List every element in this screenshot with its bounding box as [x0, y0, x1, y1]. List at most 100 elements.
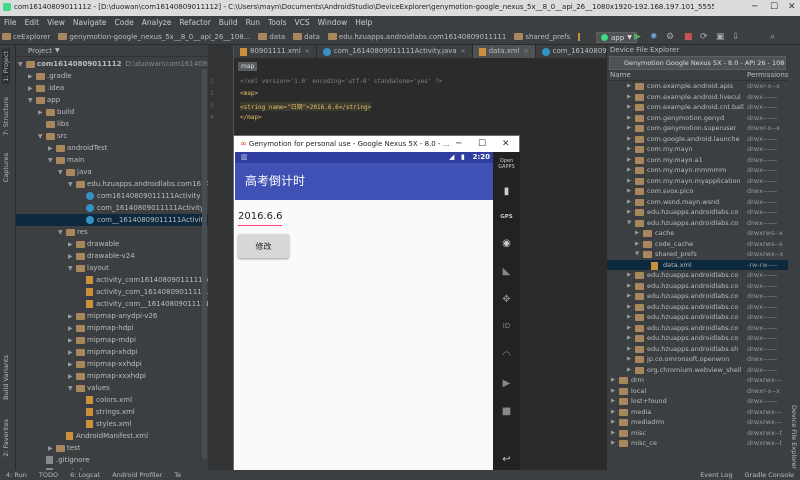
chevron-down-icon[interactable]: ▼	[18, 59, 26, 70]
chevron-right-icon[interactable]: ▶	[48, 443, 56, 454]
close-icon[interactable]: ✕	[788, 2, 796, 12]
chevron-right-icon[interactable]: ▶	[627, 270, 631, 281]
chevron-right-icon[interactable]: ▶	[68, 251, 76, 262]
device-file-row[interactable]: ▶ edu.hzuapps.androidlabs.co drwx------	[607, 333, 788, 344]
chevron-right-icon[interactable]: ▶	[627, 333, 631, 344]
device-file-explorer-tab[interactable]: Device File Explorer	[790, 405, 798, 469]
menu-refactor[interactable]: Refactor	[175, 16, 214, 30]
project-tree-item[interactable]: activity_com16140809011111.xm	[16, 274, 208, 286]
chevron-right-icon[interactable]: ▶	[611, 438, 615, 449]
menu-window[interactable]: Window	[314, 16, 352, 30]
chevron-down-icon[interactable]: ▼	[58, 227, 66, 238]
project-tree-item[interactable]: AndroidManifest.xml	[16, 430, 208, 442]
menu-file[interactable]: File	[0, 16, 21, 30]
device-file-row[interactable]: ▶ lost+found drwx------	[607, 396, 788, 407]
device-file-row[interactable]: ▶ mediadrm drwxrwx---	[607, 417, 788, 428]
device-file-row[interactable]: ▶ edu.hzuapps.androidlabs.sh drwx------	[607, 344, 788, 355]
chevron-right-icon[interactable]: ▶	[68, 311, 76, 322]
chevron-right-icon[interactable]: ▶	[68, 239, 76, 250]
device-file-row[interactable]: ▼ shared_prefs drwxrwx--x	[607, 249, 788, 260]
chevron-right-icon[interactable]: ▶	[627, 165, 631, 176]
project-tree-item[interactable]: ▶ mipmap-mdpi	[16, 334, 208, 346]
menu-run[interactable]: Run	[242, 16, 264, 30]
device-file-row[interactable]: ▶ misc drwxrwx--t	[607, 428, 788, 439]
menu-tools[interactable]: Tools	[264, 16, 290, 30]
device-file-row[interactable]: ▶ com.genymotion.superuser drwxr-x--x	[607, 123, 788, 134]
bottom-tool-event-log[interactable]: Event Log	[694, 470, 738, 480]
device-file-row[interactable]: ▶ com.genymotion.genyd drwx------	[607, 113, 788, 124]
close-tab-icon[interactable]: ✕	[524, 45, 529, 58]
media-widget-icon[interactable]: ▶	[493, 378, 520, 389]
rss-widget-icon[interactable]: ◠	[493, 350, 520, 361]
chevron-right-icon[interactable]: ▶	[627, 92, 631, 103]
device-file-row[interactable]: ▶ edu.hzuapps.androidlabs.co drwx------	[607, 291, 788, 302]
device-file-row[interactable]: ▼ edu.hzuapps.androidlabs.co drwx------	[607, 218, 788, 229]
chevron-right-icon[interactable]: ▶	[627, 186, 631, 197]
menu-build[interactable]: Build	[215, 16, 242, 30]
project-tree-item[interactable]: ▼ edu.hzuapps.androidlabs.com16140809011	[16, 178, 208, 190]
chevron-right-icon[interactable]: ▶	[68, 323, 76, 334]
project-tree-item[interactable]: colors.xml	[16, 394, 208, 406]
project-tree-item[interactable]: com__16140809011111Activity	[16, 214, 208, 226]
move-widget-icon[interactable]: ✥	[493, 294, 520, 305]
chevron-right-icon[interactable]: ▶	[627, 134, 631, 145]
project-tree-item[interactable]: activity_com_16140809011111.xm	[16, 286, 208, 298]
close-icon[interactable]: ✕	[502, 136, 510, 152]
run-config-select[interactable]: app ▼	[596, 32, 637, 43]
device-file-row[interactable]: ▶ edu.hzuapps.androidlabs.co drwx------	[607, 302, 788, 313]
chevron-right-icon[interactable]: ▶	[627, 312, 631, 323]
menu-code[interactable]: Code	[111, 16, 138, 30]
device-file-row[interactable]: ▶ com.my.mayn drwx------	[607, 144, 788, 155]
chevron-right-icon[interactable]: ▶	[627, 155, 631, 166]
project-tree-item[interactable]: styles.xml	[16, 418, 208, 430]
run-icon[interactable]: ▶	[634, 32, 641, 42]
chevron-right-icon[interactable]: ▶	[28, 71, 36, 82]
close-tab-icon[interactable]: ✕	[305, 45, 310, 58]
device-file-row[interactable]: ▶ edu.hzuapps.androidlabs.co drwx------	[607, 207, 788, 218]
bottom-tool-android-profiler[interactable]: Android Profiler	[106, 470, 168, 480]
chevron-right-icon[interactable]: ▶	[627, 281, 631, 292]
capture-widget-icon[interactable]: ■	[493, 406, 520, 417]
minimize-icon[interactable]: ─	[752, 2, 757, 12]
bottom-tool-6-logcat[interactable]: 6: Logcat	[64, 470, 106, 480]
bottom-tool-gradle-console[interactable]: Gradle Console	[739, 470, 800, 480]
sdk-manager-icon[interactable]: ⇩	[732, 32, 740, 42]
chevron-right-icon[interactable]: ▶	[627, 197, 631, 208]
device-file-row[interactable]: ▶ org.chromium.webview_shell drwx------	[607, 365, 788, 376]
project-tree-item[interactable]: activity_com__16140809011111.x	[16, 298, 208, 310]
chevron-right-icon[interactable]: ▶	[48, 143, 56, 154]
device-file-row[interactable]: ▶ local drwxr-x--x	[607, 386, 788, 397]
project-tree-item[interactable]: ▼ java	[16, 166, 208, 178]
gps-widget-icon[interactable]: GPS	[493, 214, 520, 220]
bottom-tool-todo[interactable]: TODO	[33, 470, 64, 480]
captures-tool-tab[interactable]: Captures	[2, 153, 10, 182]
chevron-right-icon[interactable]: ▶	[68, 347, 76, 358]
chevron-down-icon[interactable]: ▼	[627, 218, 631, 229]
device-file-row[interactable]: ▶ com.example.android.cnt.ball drwx------	[607, 102, 788, 113]
chevron-down-icon[interactable]: ▼	[68, 179, 76, 190]
device-file-row[interactable]: ▶ misc_ce drwxrwx--t	[607, 438, 788, 449]
menu-help[interactable]: Help	[351, 16, 376, 30]
date-input[interactable]	[238, 208, 282, 226]
permissions-column-header[interactable]: Permissions	[747, 70, 788, 81]
device-file-row[interactable]: ▶ edu.hzuapps.androidlabs.co drwx------	[607, 312, 788, 323]
nav-crumb[interactable]: data	[291, 30, 326, 44]
chevron-right-icon[interactable]: ▶	[627, 176, 631, 187]
project-tree-item[interactable]: ▼ values	[16, 382, 208, 394]
maximize-icon[interactable]: ☐	[478, 136, 486, 152]
editor-tab[interactable]: data.xml ✕	[472, 45, 536, 58]
project-tree-item[interactable]: ▼ app	[16, 94, 208, 106]
device-file-row[interactable]: ▶ edu.hzuapps.androidlabs.co drwx------	[607, 281, 788, 292]
device-file-row[interactable]: ▶ drm drwxrwx---	[607, 375, 788, 386]
device-file-row[interactable]: data.xml -rw-rw----	[607, 259, 788, 270]
device-file-row[interactable]: ▶ com.example.android.livecul drwx------	[607, 92, 788, 103]
project-tree-item[interactable]: com_16140809011111Activity	[16, 202, 208, 214]
chevron-right-icon[interactable]: ▶	[68, 335, 76, 346]
device-file-row[interactable]: ▶ edu.hzuapps.androidlabs.co drwx------	[607, 323, 788, 334]
project-tree-item[interactable]: ▼ res	[16, 226, 208, 238]
project-tree-item[interactable]: ▼ layout	[16, 262, 208, 274]
project-tree-item[interactable]: ▼ src	[16, 130, 208, 142]
menu-edit[interactable]: Edit	[21, 16, 44, 30]
device-file-row[interactable]: ▶ com.svox.pico drwx------	[607, 186, 788, 197]
project-tree-item[interactable]: strings.xml	[16, 406, 208, 418]
